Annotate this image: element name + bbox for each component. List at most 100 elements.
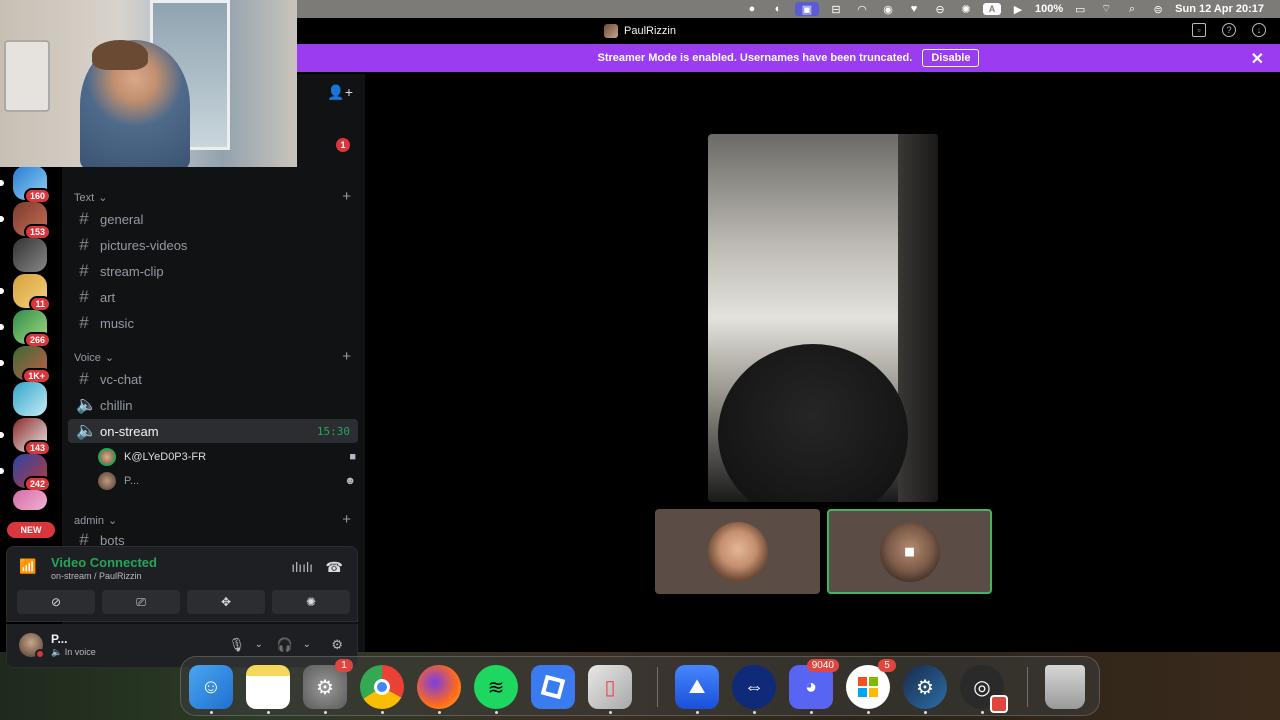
soundboard-button[interactable]: ✺	[272, 590, 350, 614]
screen-share-icon[interactable]: ◐	[769, 2, 787, 16]
app-installer-icon[interactable]: 5	[846, 659, 896, 709]
signal-icon[interactable]: 📶	[19, 558, 39, 578]
disable-streamer-mode-button[interactable]: Disable	[922, 49, 980, 67]
speaker-active-icon: 🔈	[76, 421, 98, 440]
category-voice[interactable]: Voice ⌄	[74, 351, 114, 365]
voice-status[interactable]: Video Connected	[51, 555, 157, 570]
server-icon[interactable]: 160	[0, 166, 51, 204]
voice-user[interactable]: K@LYeD0P3-FR ■	[98, 448, 356, 466]
running-indicator	[324, 711, 327, 714]
search-icon[interactable]: ⌕	[1123, 2, 1141, 16]
dot-icon[interactable]: ●	[743, 2, 761, 16]
close-icon[interactable]: ✕	[1251, 49, 1264, 69]
camera-off-button[interactable]: ⊘	[17, 590, 95, 614]
channel-music[interactable]: # music	[68, 311, 358, 335]
focused-video-stream[interactable]	[708, 134, 938, 502]
channel-pictures-videos[interactable]: # pictures-videos	[68, 233, 358, 257]
download-icon[interactable]: ↓	[1252, 23, 1266, 37]
server-icon[interactable]: 11	[0, 274, 51, 312]
server-icon[interactable]	[13, 490, 47, 510]
headphones-icon[interactable]: 🎧	[277, 637, 293, 653]
grammar-icon[interactable]: ◉	[879, 2, 897, 16]
server-icon[interactable]: 153	[0, 202, 51, 240]
vpn-icon[interactable]: ⊖	[931, 2, 949, 16]
server-icon[interactable]	[13, 238, 47, 272]
new-badge[interactable]: NEW	[7, 522, 55, 538]
server-icon[interactable]: 266	[0, 310, 51, 348]
activities-button[interactable]: ✥	[187, 590, 265, 614]
battery-percent: 100%	[1035, 3, 1064, 15]
server-icon[interactable]: 242	[0, 454, 51, 492]
firefox-icon[interactable]	[417, 665, 461, 709]
create-channel-plus-icon[interactable]: +	[342, 511, 351, 528]
hash-icon: #	[79, 209, 89, 228]
server-icon[interactable]	[13, 382, 47, 416]
share-screen-button[interactable]: ⎚	[102, 590, 180, 614]
play-icon[interactable]: ▶	[1009, 2, 1027, 16]
finder-icon[interactable]: ☺	[189, 665, 233, 709]
category-label: admin	[74, 514, 104, 527]
channel-general[interactable]: # general	[68, 207, 358, 231]
notes-icon[interactable]	[246, 665, 290, 709]
menu-bar-clock[interactable]: Sun 12 Apr 20:17	[1175, 0, 1264, 18]
screen-capture-active-icon[interactable]: ▣	[795, 2, 819, 16]
voice-channel-path[interactable]: on-stream / PaulRizzin	[51, 571, 142, 581]
category-admin[interactable]: admin ⌄	[74, 514, 117, 528]
chrome-icon[interactable]	[360, 665, 404, 709]
discord-icon[interactable]: ◕ 9040	[789, 659, 839, 709]
category-text[interactable]: Text ⌄	[74, 191, 107, 205]
noise-suppression-icon[interactable]: ılıılı	[291, 559, 313, 575]
add-friend-icon[interactable]: 👤+	[327, 84, 353, 101]
channel-on-stream[interactable]: 🔈 on-stream 15:30	[68, 419, 358, 443]
create-channel-plus-icon[interactable]: +	[342, 188, 351, 205]
chevron-down-icon[interactable]: ⌄	[255, 639, 263, 650]
steam-icon[interactable]: ⚙	[903, 665, 947, 709]
webcam-overlay	[0, 0, 297, 167]
spotify-icon[interactable]: ≋	[474, 665, 518, 709]
globe-icon[interactable]: ✺	[957, 2, 975, 16]
server-icon[interactable]: 143	[0, 418, 51, 456]
activities-icon: ✥	[220, 595, 232, 609]
teamviewer-icon[interactable]: ⇔	[732, 665, 776, 709]
disconnect-icon[interactable]: ☎	[326, 559, 343, 576]
voice-user[interactable]: P... ☻	[98, 472, 356, 490]
running-indicator	[696, 711, 699, 714]
trash-icon[interactable]	[1045, 665, 1085, 709]
keyboard-input-icon[interactable]: A	[983, 3, 1001, 15]
channel-stream-clip[interactable]: # stream-clip	[68, 259, 358, 283]
title-bar-actions: ▫ ? ↓	[1192, 23, 1266, 37]
user-name[interactable]: P...	[51, 632, 67, 646]
voice-connection-panel: 📶 Video Connected on-stream / PaulRizzin…	[6, 546, 358, 622]
nordvpn-icon[interactable]: ⛰	[675, 665, 719, 709]
display-icon[interactable]: ⊟	[827, 2, 845, 16]
help-icon[interactable]: ?	[1222, 23, 1236, 37]
system-settings-icon[interactable]: ⚙ 1	[303, 659, 353, 709]
battery-icon[interactable]: ▭	[1071, 2, 1089, 16]
server-icon[interactable]: 1K+	[0, 346, 51, 384]
microphone-icon[interactable]: 🎙	[228, 637, 245, 653]
obs-icon[interactable]: ◎	[960, 665, 1008, 713]
app-icon[interactable]: ◠	[853, 2, 871, 16]
user-status-label: In voice	[64, 647, 96, 657]
heart-icon[interactable]: ♥	[905, 2, 923, 16]
dock-separator	[657, 667, 658, 707]
gear-icon[interactable]: ⚙	[331, 637, 343, 653]
soundboard-icon: ✺	[305, 595, 317, 609]
camera-icon: ■	[349, 451, 356, 463]
wifi-icon[interactable]: ⌔	[1097, 2, 1115, 16]
roblox-icon[interactable]	[531, 665, 575, 709]
iphone-mirroring-icon[interactable]: ▯	[588, 665, 632, 709]
inbox-icon[interactable]: ▫	[1192, 23, 1206, 37]
participant-tile[interactable]	[655, 509, 820, 594]
create-channel-plus-icon[interactable]: +	[342, 348, 351, 365]
running-indicator	[438, 711, 441, 714]
channel-label: pictures-videos	[100, 237, 188, 253]
video-content	[718, 344, 908, 502]
chevron-down-icon[interactable]: ⌄	[303, 639, 311, 650]
channel-chillin[interactable]: 🔈 chillin	[68, 393, 358, 417]
participant-tile-self[interactable]: ■	[827, 509, 992, 594]
channel-vc-chat[interactable]: # vc-chat	[68, 367, 358, 391]
channel-art[interactable]: # art	[68, 285, 358, 309]
control-center-icon[interactable]: ⊜	[1149, 2, 1167, 16]
running-indicator	[924, 711, 927, 714]
